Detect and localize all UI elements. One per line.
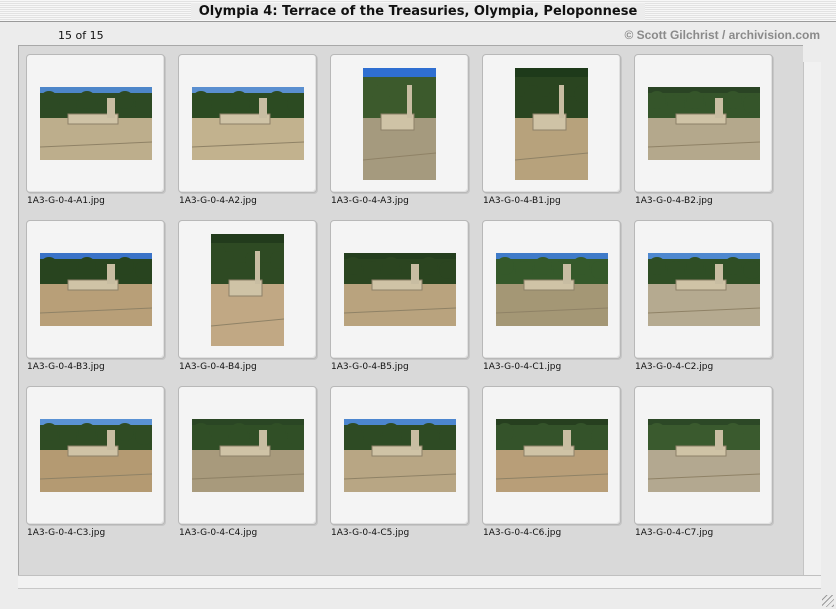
thumbnail-filename: 1A3-G-0-4-C5.jpg xyxy=(331,528,410,538)
photo-thumbnail[interactable] xyxy=(495,253,608,326)
photo-thumbnail[interactable] xyxy=(343,419,456,492)
slide-mount[interactable] xyxy=(634,220,773,359)
slide-mount[interactable] xyxy=(330,386,469,525)
photo-thumbnail[interactable] xyxy=(343,253,456,326)
thumbnail-filename: 1A3-G-0-4-C4.jpg xyxy=(179,528,258,538)
thumbnail-item[interactable]: 1A3-G-0-4-B5.jpg xyxy=(330,220,470,378)
slide-mount[interactable] xyxy=(482,54,621,193)
thumbnail-item[interactable]: 1A3-G-0-4-C2.jpg xyxy=(634,220,774,378)
thumbnail-filename: 1A3-G-0-4-B4.jpg xyxy=(179,362,257,372)
slide-mount[interactable] xyxy=(178,386,317,525)
thumbnail-filename: 1A3-G-0-4-B1.jpg xyxy=(483,196,561,206)
slide-mount[interactable] xyxy=(178,54,317,193)
thumbnail-filename: 1A3-G-0-4-C2.jpg xyxy=(635,362,714,372)
resize-grip-icon[interactable] xyxy=(822,595,834,607)
slide-mount[interactable] xyxy=(482,386,621,525)
slide-mount[interactable] xyxy=(330,220,469,359)
photo-thumbnail[interactable] xyxy=(39,87,152,160)
slide-mount[interactable] xyxy=(26,220,165,359)
horizontal-scrollbar[interactable] xyxy=(18,575,821,589)
thumbnail-filename: 1A3-G-0-4-B5.jpg xyxy=(331,362,409,372)
slide-mount[interactable] xyxy=(634,386,773,525)
thumbnail-item[interactable]: 1A3-G-0-4-A1.jpg xyxy=(26,54,166,212)
vertical-scrollbar[interactable] xyxy=(803,62,821,575)
window-title-bar[interactable]: Olympia 4: Terrace of the Treasuries, Ol… xyxy=(0,0,836,22)
photo-thumbnail[interactable] xyxy=(647,87,760,160)
thumbnail-item[interactable]: 1A3-G-0-4-B3.jpg xyxy=(26,220,166,378)
thumbnail-gallery: 1A3-G-0-4-A1.jpg 1A3-G-0-4-A2.jpg 1A3-G-0-… xyxy=(18,45,803,575)
thumbnail-item[interactable]: 1A3-G-0-4-C6.jpg xyxy=(482,386,622,544)
photo-thumbnail[interactable] xyxy=(647,253,760,326)
thumbnail-filename: 1A3-G-0-4-B3.jpg xyxy=(27,362,105,372)
photo-thumbnail[interactable] xyxy=(647,419,760,492)
thumbnail-filename: 1A3-G-0-4-C6.jpg xyxy=(483,528,562,538)
photo-thumbnail[interactable] xyxy=(515,67,588,180)
thumbnail-item[interactable]: 1A3-G-0-4-C4.jpg xyxy=(178,386,318,544)
image-counter: 15 of 15 xyxy=(58,29,104,42)
thumbnail-item[interactable]: 1A3-G-0-4-B1.jpg xyxy=(482,54,622,212)
slide-mount[interactable] xyxy=(330,54,469,193)
slide-mount[interactable] xyxy=(634,54,773,193)
window-title: Olympia 4: Terrace of the Treasuries, Ol… xyxy=(190,3,646,20)
thumbnail-filename: 1A3-G-0-4-A1.jpg xyxy=(27,196,105,206)
slide-mount[interactable] xyxy=(178,220,317,359)
thumbnail-filename: 1A3-G-0-4-C1.jpg xyxy=(483,362,562,372)
thumbnail-filename: 1A3-G-0-4-B2.jpg xyxy=(635,196,713,206)
slide-mount[interactable] xyxy=(26,386,165,525)
thumbnail-item[interactable]: 1A3-G-0-4-B4.jpg xyxy=(178,220,318,378)
thumbnail-filename: 1A3-G-0-4-A2.jpg xyxy=(179,196,257,206)
thumbnail-item[interactable]: 1A3-G-0-4-C7.jpg xyxy=(634,386,774,544)
thumbnail-filename: 1A3-G-0-4-C3.jpg xyxy=(27,528,106,538)
slide-mount[interactable] xyxy=(26,54,165,193)
photo-thumbnail[interactable] xyxy=(191,87,304,160)
photo-thumbnail[interactable] xyxy=(495,419,608,492)
thumbnail-item[interactable]: 1A3-G-0-4-C5.jpg xyxy=(330,386,470,544)
thumbnail-item[interactable]: 1A3-G-0-4-A2.jpg xyxy=(178,54,318,212)
copyright-notice: © Scott Gilchrist / archivision.com xyxy=(624,28,820,42)
thumbnail-item[interactable]: 1A3-G-0-4-C1.jpg xyxy=(482,220,622,378)
photo-thumbnail[interactable] xyxy=(39,253,152,326)
thumbnail-item[interactable]: 1A3-G-0-4-C3.jpg xyxy=(26,386,166,544)
thumbnail-item[interactable]: 1A3-G-0-4-A3.jpg xyxy=(330,54,470,212)
thumbnail-item[interactable]: 1A3-G-0-4-B2.jpg xyxy=(634,54,774,212)
photo-thumbnail[interactable] xyxy=(363,67,436,180)
photo-thumbnail[interactable] xyxy=(211,233,284,346)
photo-thumbnail[interactable] xyxy=(39,419,152,492)
thumbnail-filename: 1A3-G-0-4-C7.jpg xyxy=(635,528,714,538)
thumbnail-filename: 1A3-G-0-4-A3.jpg xyxy=(331,196,409,206)
slide-mount[interactable] xyxy=(482,220,621,359)
photo-thumbnail[interactable] xyxy=(191,419,304,492)
